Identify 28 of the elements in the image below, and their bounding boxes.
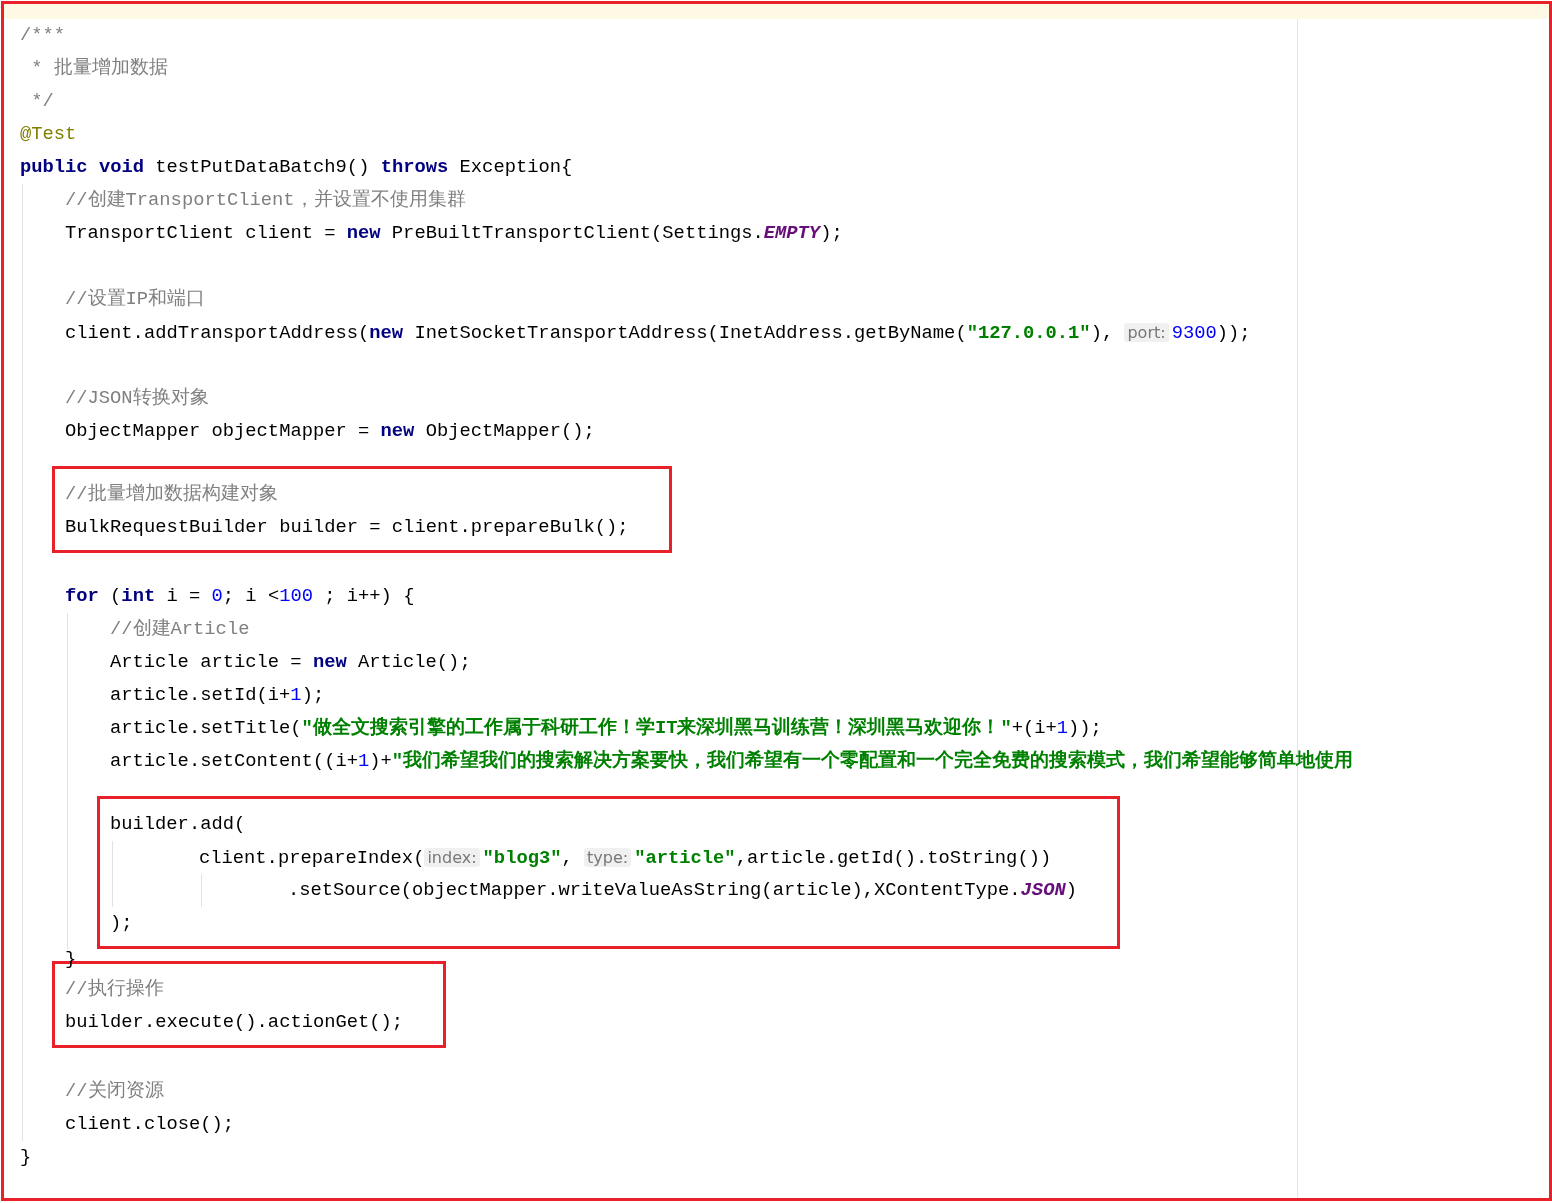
code-comment: * 批量增加数据 bbox=[30, 56, 168, 81]
code-line: builder.add( bbox=[110, 812, 246, 837]
code-comment: //JSON转换对象 bbox=[65, 386, 209, 411]
code-comment: //创建Article bbox=[110, 617, 250, 642]
code-line: TransportClient client = new PreBuiltTransportClient(Settings.EMPTY); bbox=[65, 221, 843, 246]
code-line: article.setId(i+1); bbox=[110, 683, 325, 708]
code-line: for (int i = 0; i <100 ; i++) { bbox=[65, 584, 415, 609]
code-line: public void testPutDataBatch9() throws Exception{ bbox=[20, 155, 573, 180]
code-line: client.close(); bbox=[65, 1112, 235, 1137]
code-line: ); bbox=[110, 911, 133, 936]
code-comment: //批量增加数据构建对象 bbox=[65, 482, 278, 507]
code-line: article.setTitle("做全文搜索引擎的工作属于科研工作！学IT来深圳黑马训练营！深圳黑马欢迎你！"+(i+1)); bbox=[110, 715, 1102, 741]
code-comment: //关闭资源 bbox=[65, 1079, 164, 1104]
code-line: ObjectMapper objectMapper = new ObjectMapper(); bbox=[65, 419, 595, 444]
code-line: article.setContent((i+1)+"我们希望我们的搜索解决方案要快，我们希望有一个零配置和一个完全免费的搜索模式，我们希望能够简单地使用 bbox=[110, 748, 1354, 774]
code-comment: /*** bbox=[20, 23, 66, 48]
code-line: BulkRequestBuilder builder = client.prepareBulk(); bbox=[65, 515, 629, 540]
code-line: .setSource(objectMapper.writeValueAsString(article),XContentType.JSON) bbox=[288, 878, 1077, 903]
code-line: Article article = new Article(); bbox=[110, 650, 471, 675]
code-line: builder.execute().actionGet(); bbox=[65, 1010, 404, 1035]
code-line: client.addTransportAddress(new InetSocketTransportAddress(InetAddress.getByName("127.0.0.1"), port: 9300)); bbox=[65, 321, 1251, 346]
code-line: } bbox=[20, 1145, 32, 1170]
code-comment: //设置IP和端口 bbox=[65, 287, 206, 312]
code-comment: //创建TransportClient，并设置不使用集群 bbox=[65, 188, 466, 213]
code-line: client.prepareIndex(index: "blog3", type: "article",article.getId().toString()) bbox=[199, 846, 1052, 871]
code-line: @Test bbox=[20, 122, 77, 147]
code-comment: */ bbox=[30, 89, 54, 114]
code-comment: //执行操作 bbox=[65, 977, 164, 1002]
